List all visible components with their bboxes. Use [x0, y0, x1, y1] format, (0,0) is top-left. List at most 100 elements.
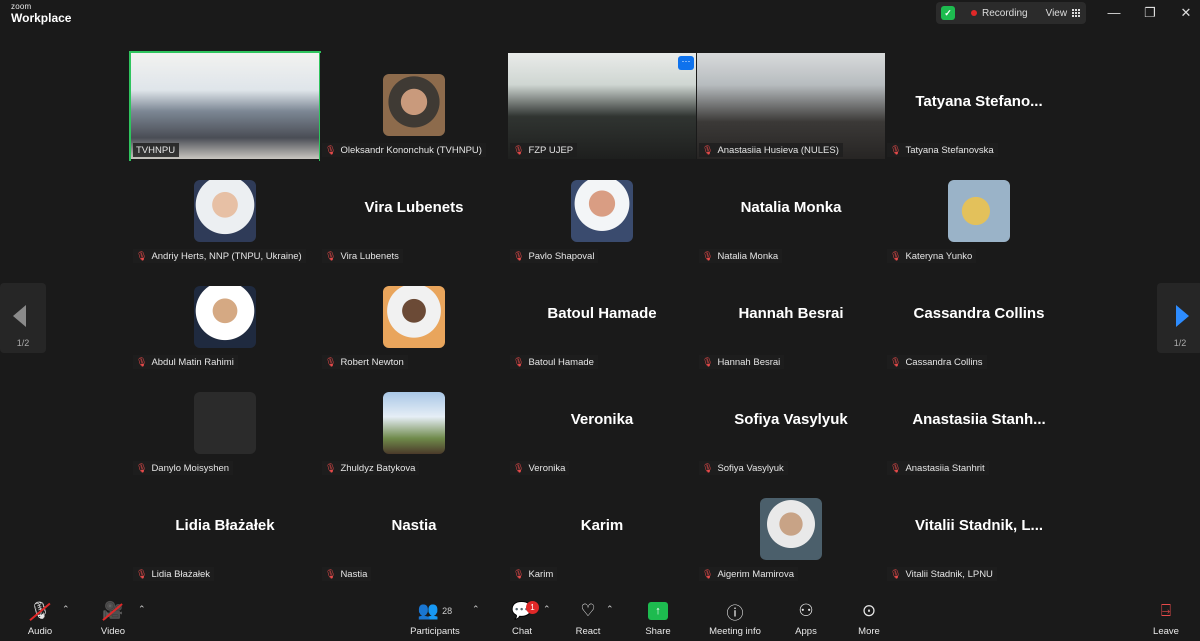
participants-options-caret[interactable]: ⌃ [472, 604, 480, 615]
participant-tile[interactable]: 🎙︎ Pavlo Shapoval [508, 159, 696, 265]
participant-name: Anastasiia Stanhrit [905, 462, 985, 474]
participant-display-name: Cassandra Collins [913, 305, 1045, 322]
participant-tile[interactable]: Nastia 🎙︎ Nastia [320, 477, 508, 583]
participant-tile[interactable]: 🎙︎ Zhuldyz Batykova [320, 371, 508, 477]
grid-view-icon[interactable] [1072, 8, 1081, 18]
microphone-muted-icon: 🎙︎ [513, 250, 525, 261]
video-label: Video [100, 626, 126, 637]
participant-tile[interactable]: 🎙︎ Danylo Moisyshen [131, 371, 319, 477]
next-page-button[interactable]: 1/2 [1157, 283, 1200, 353]
chat-options-caret[interactable]: ⌃ [543, 604, 551, 615]
participant-name-label: 🎙︎ Aigerim Mamirova [699, 567, 798, 581]
participant-name-label: 🎙︎ Nastia [322, 567, 372, 581]
participant-tile[interactable]: ··· 🎙︎ FZP UJEP [508, 53, 696, 159]
avatar [383, 392, 445, 454]
previous-page-button[interactable]: 1/2 [0, 283, 46, 353]
participant-tile[interactable]: Karim 🎙︎ Karim [508, 477, 696, 583]
participant-tile[interactable]: 🎙︎ Abdul Matin Rahimi [131, 265, 319, 371]
microphone-muted-icon: 🎙︎ [136, 568, 148, 579]
tile-more-options-icon[interactable]: ··· [678, 56, 694, 70]
participant-tile[interactable]: Vitalii Stadnik, L... 🎙︎ Vitalii Stadnik, … [885, 477, 1073, 583]
participant-tile[interactable]: Hannah Besrai 🎙︎ Hannah Besrai [697, 265, 885, 371]
participant-tile[interactable]: 🎙︎ Kateryna Yunko [885, 159, 1073, 265]
participant-tile[interactable]: TVHNPU [129, 51, 321, 161]
microphone-muted-icon: 🎙︎ [513, 462, 525, 473]
participant-tile[interactable]: Sofiya Vasylyuk 🎙︎ Sofiya Vasylyuk [697, 371, 885, 477]
participant-name: Tatyana Stefanovska [905, 144, 994, 156]
meeting-info-button[interactable]: ⓘ Meeting info [702, 600, 768, 638]
chat-button[interactable]: 💬 1 Chat [504, 600, 540, 638]
audio-button[interactable]: 🎙 Audio [22, 600, 58, 638]
participant-name-label: TVHNPU [133, 143, 180, 157]
participant-name-label: 🎙︎ Kateryna Yunko [887, 249, 977, 263]
participant-tile[interactable]: Tatyana Stefano... 🎙︎ Tatyana Stefanovska [885, 53, 1073, 159]
participant-name: Pavlo Shapoval [528, 250, 595, 262]
participant-display-name: Karim [580, 517, 624, 534]
participant-name-label: 🎙︎ Vitalii Stadnik, LPNU [887, 567, 997, 581]
participant-tile[interactable]: 🎙︎ Robert Newton [320, 265, 508, 371]
participant-name-label: 🎙︎ Batoul Hamade [510, 355, 598, 369]
participants-label: Participants [410, 626, 460, 637]
participant-tile[interactable]: Veronika 🎙︎ Veronika [508, 371, 696, 477]
participant-name-label: 🎙︎ Karim [510, 567, 558, 581]
recording-dot-icon [971, 10, 977, 16]
participant-tile[interactable]: 🎙︎ Anastasiia Husieva (NULES) [697, 53, 885, 159]
microphone-muted-icon: 🎙︎ [890, 568, 902, 579]
microphone-muted-icon: 🎙︎ [325, 568, 337, 579]
participant-name-label: 🎙︎ Pavlo Shapoval [510, 249, 599, 263]
view-button[interactable]: View [1046, 8, 1068, 19]
participant-tile[interactable]: 🎙︎ Oleksandr Kononchuk (TVHNPU) [320, 53, 508, 159]
participant-tile[interactable]: 🎙︎ Aigerim Mamirova [697, 477, 885, 583]
info-icon: ⓘ [726, 603, 744, 623]
share-screen-icon: ↑ [648, 602, 668, 620]
participants-button[interactable]: 👥 28 Participants [405, 600, 465, 638]
microphone-muted-icon: 🎙︎ [325, 144, 337, 155]
microphone-muted-icon: 🎙︎ [702, 144, 714, 155]
participant-tile[interactable]: Lidia Błażałek 🎙︎ Lidia Błażałek [131, 477, 319, 583]
apps-button[interactable]: ⚇ Apps [788, 600, 824, 638]
participant-tile[interactable]: 🎙︎ Andriy Herts, NNP (TNPU, Ukraine) [131, 159, 319, 265]
microphone-muted-icon: 🎙︎ [136, 356, 148, 367]
participant-tile[interactable]: Batoul Hamade 🎙︎ Batoul Hamade [508, 265, 696, 371]
participant-display-name: Natalia Monka [740, 199, 842, 216]
participant-tile[interactable]: Vira Lubenets 🎙︎ Vira Lubenets [320, 159, 508, 265]
microphone-muted-icon: 🎙︎ [890, 144, 902, 155]
participant-tile[interactable]: Natalia Monka 🎙︎ Natalia Monka [697, 159, 885, 265]
react-label: React [575, 626, 601, 637]
meeting-info-label: Meeting info [709, 626, 761, 637]
microphone-muted-icon: 🎙︎ [513, 144, 525, 155]
audio-options-caret[interactable]: ⌃ [62, 604, 70, 615]
avatar [760, 498, 822, 560]
microphone-muted-icon: 🎙︎ [702, 250, 714, 261]
react-options-caret[interactable]: ⌃ [606, 604, 614, 615]
microphone-muted-icon: 🎙︎ [890, 250, 902, 261]
microphone-muted-icon: 🎙︎ [325, 462, 337, 473]
participant-tile[interactable]: Cassandra Collins 🎙︎ Cassandra Collins [885, 265, 1073, 371]
participant-name-label: 🎙︎ Anastasiia Stanhrit [887, 461, 989, 475]
restore-button[interactable]: ❐ [1138, 4, 1162, 22]
more-button[interactable]: ⊙ More [851, 600, 887, 638]
microphone-muted-icon: 🎙 [29, 601, 51, 620]
participant-display-name: Hannah Besrai [738, 305, 844, 322]
share-button[interactable]: ↑ Share [640, 600, 676, 638]
participant-name-label: 🎙︎ Veronika [510, 461, 570, 475]
participant-name: Zhuldyz Batykova [340, 462, 416, 474]
apps-label: Apps [795, 626, 817, 637]
microphone-muted-icon: 🎙︎ [702, 356, 714, 367]
participant-name: Oleksandr Kononchuk (TVHNPU) [340, 144, 482, 156]
recording-label[interactable]: Recording [982, 8, 1028, 19]
react-button[interactable]: ♡ React [570, 600, 606, 638]
participant-name-label: 🎙︎ Andriy Herts, NNP (TNPU, Ukraine) [133, 249, 306, 263]
video-options-caret[interactable]: ⌃ [138, 604, 146, 615]
participant-name: Sofiya Vasylyuk [717, 462, 784, 474]
minimize-button[interactable]: — [1102, 4, 1126, 22]
participant-name-label: 🎙︎ Oleksandr Kononchuk (TVHNPU) [322, 143, 486, 157]
participant-name-label: 🎙︎ Natalia Monka [699, 249, 783, 263]
leave-button[interactable]: ⍈ Leave [1148, 600, 1184, 638]
video-button[interactable]: 🎥 Video [95, 600, 131, 638]
participant-tile[interactable]: Anastasiia Stanh... 🎙︎ Anastasiia Stanhrit [885, 371, 1073, 477]
participant-name-label: 🎙︎ Lidia Błażałek [133, 567, 215, 581]
participant-name: Vitalii Stadnik, LPNU [905, 568, 993, 580]
shield-check-icon[interactable]: ✓ [941, 6, 955, 20]
close-button[interactable]: ✕ [1174, 4, 1198, 22]
